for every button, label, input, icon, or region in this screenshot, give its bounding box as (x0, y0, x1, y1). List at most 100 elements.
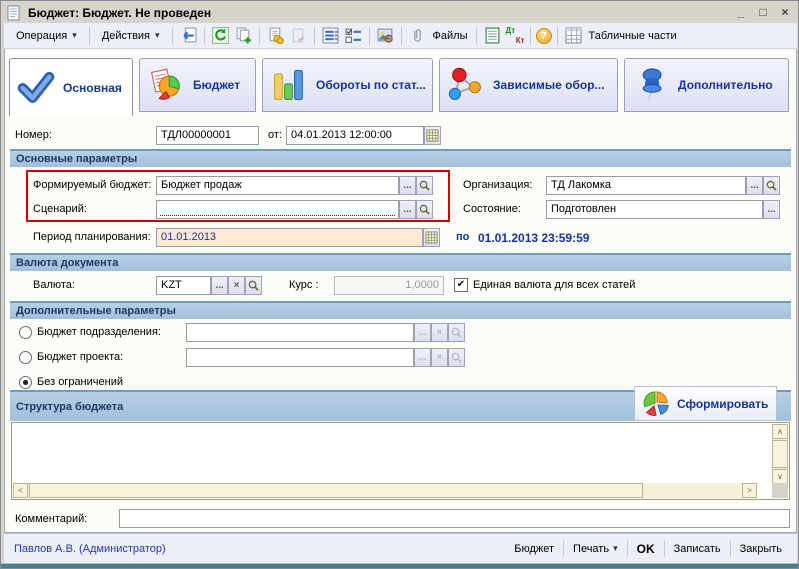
comment-field[interactable] (119, 509, 790, 528)
picture-icon (377, 27, 394, 44)
currency-clear-button[interactable]: × (228, 276, 245, 295)
save-button[interactable]: Записать (665, 543, 730, 555)
tab-dependent-turnovers[interactable]: Зависимые обор... (439, 58, 618, 112)
tab-budget-label: Бюджет (193, 78, 240, 92)
titlebar[interactable]: Бюджет: Бюджет. Не проведен _ □ × (4, 3, 797, 22)
print-button[interactable]: Печать▾ (564, 543, 627, 555)
scroll-left-button[interactable]: < (13, 483, 28, 498)
budget-doc-pie-icon (146, 65, 186, 105)
project-budget-clear-button[interactable]: × (431, 348, 448, 367)
minimize-button[interactable]: _ (733, 5, 749, 20)
magnifier-icon (247, 279, 260, 292)
maximize-button[interactable]: □ (755, 5, 771, 20)
period-end-value: 01.01.2013 23:59:59 (478, 231, 589, 245)
required-field-underline (160, 215, 395, 216)
period-calendar-button[interactable] (423, 228, 440, 247)
date-field[interactable]: 04.01.2013 12:00:00 (286, 126, 424, 145)
ok-button[interactable]: OK (628, 542, 664, 556)
budget-bottom-button-label: Бюджет (514, 543, 554, 555)
actions-menu-button[interactable]: Действия ▾ (95, 28, 167, 44)
generate-button[interactable]: Сформировать (634, 386, 777, 421)
tab-dependent-turnovers-label: Зависимые обор... (493, 78, 605, 92)
forming-budget-label: Формируемый бюджет: (33, 179, 151, 191)
molecule-icon (446, 65, 486, 105)
scenario-open-button[interactable] (416, 200, 433, 219)
tab-budget[interactable]: Бюджет (139, 58, 256, 112)
document-icon (6, 5, 22, 21)
department-budget-field[interactable] (186, 323, 414, 342)
scenario-select-button[interactable]: ... (399, 200, 416, 219)
copy-button[interactable] (233, 25, 254, 46)
horizontal-scroll-thumb[interactable] (29, 483, 643, 498)
scroll-right-button[interactable]: > (742, 483, 757, 498)
forming-budget-open-button[interactable] (416, 176, 433, 195)
department-budget-clear-button[interactable]: × (431, 323, 448, 342)
currency-field[interactable]: KZT (156, 276, 211, 295)
scrollbar-corner (772, 483, 788, 498)
magnifier-icon (765, 179, 778, 192)
scroll-down-button[interactable]: ∨ (772, 469, 788, 484)
department-budget-radio[interactable] (19, 326, 32, 339)
project-budget-radio[interactable] (19, 351, 32, 364)
state-field[interactable]: Подготовлен (546, 200, 763, 219)
forming-budget-field[interactable]: Бюджет продаж (156, 176, 399, 195)
project-budget-open-button[interactable] (448, 348, 465, 367)
department-budget-select-button[interactable]: ... (414, 323, 431, 342)
magnifier-icon (450, 326, 463, 339)
post-document-button[interactable] (265, 25, 286, 46)
forming-budget-select-button[interactable]: ... (399, 176, 416, 195)
tab-turnovers[interactable]: Обороты по стат... (262, 58, 433, 112)
currency-open-button[interactable] (245, 276, 262, 295)
operation-menu-button[interactable]: Операция ▾ (9, 28, 84, 44)
project-budget-label[interactable]: Бюджет проекта: (37, 351, 123, 363)
planning-period-field[interactable]: 01.01.2013 (156, 228, 423, 247)
list-structure-button[interactable] (320, 25, 341, 46)
paperclip-icon (410, 28, 425, 43)
scroll-up-button[interactable]: ∧ (772, 424, 788, 439)
close-form-button[interactable]: Закрыть (731, 543, 791, 555)
state-select-button[interactable]: ... (763, 200, 780, 219)
organization-open-button[interactable] (763, 176, 780, 195)
horizontal-scroll-track[interactable] (644, 483, 742, 498)
no-restrictions-radio[interactable] (19, 376, 32, 389)
single-currency-checkbox[interactable]: ✔ (454, 278, 468, 292)
project-budget-select-button[interactable]: ... (414, 348, 431, 367)
budget-structure-panel[interactable]: ∧ ∨ < > (11, 422, 790, 500)
single-currency-label[interactable]: Единая валюта для всех статей (473, 279, 635, 291)
report-button[interactable] (482, 25, 503, 46)
dtkt-button[interactable]: Дт Кт (505, 27, 525, 45)
magnifier-icon (418, 179, 431, 192)
files-label[interactable]: Файлы (430, 30, 471, 42)
help-button[interactable]: ? (536, 28, 552, 44)
department-budget-open-button[interactable] (448, 323, 465, 342)
organization-field[interactable]: ТД Лакомка (546, 176, 746, 195)
no-restrictions-label[interactable]: Без ограничений (37, 376, 123, 388)
vertical-scrollbar[interactable]: ∧ ∨ (772, 424, 788, 484)
picture-button[interactable] (375, 25, 396, 46)
unpost-document-button[interactable] (288, 25, 309, 46)
close-button[interactable]: × (777, 5, 793, 20)
project-budget-field[interactable] (186, 348, 414, 367)
tabular-parts-label[interactable]: Табличные части (586, 30, 680, 42)
magnifier-icon (450, 351, 463, 364)
date-calendar-button[interactable] (424, 126, 441, 145)
reread-button[interactable] (178, 25, 199, 46)
scenario-field[interactable] (156, 200, 399, 219)
organization-select-button[interactable]: ... (746, 176, 763, 195)
budget-bottom-button[interactable]: Бюджет (505, 543, 563, 555)
tabular-parts-button[interactable] (563, 25, 584, 46)
attach-files-button[interactable] (407, 25, 428, 46)
dropdown-arrow-icon: ▾ (613, 543, 618, 554)
rate-field[interactable]: 1,0000 (334, 276, 444, 295)
marked-list-button[interactable] (343, 25, 364, 46)
department-budget-label[interactable]: Бюджет подразделения: (37, 326, 161, 338)
currency-select-button[interactable]: ... (211, 276, 228, 295)
pie-chart-icon (641, 389, 671, 419)
tab-main[interactable]: Основная (9, 58, 133, 116)
checkmark-icon (16, 68, 56, 108)
refresh-button[interactable] (210, 25, 231, 46)
number-field[interactable]: ТДЛ00000001 (156, 126, 259, 145)
vertical-scroll-thumb[interactable] (772, 440, 788, 468)
horizontal-scrollbar[interactable]: < > (13, 483, 757, 498)
tab-additional[interactable]: Дополнительно (624, 58, 789, 112)
